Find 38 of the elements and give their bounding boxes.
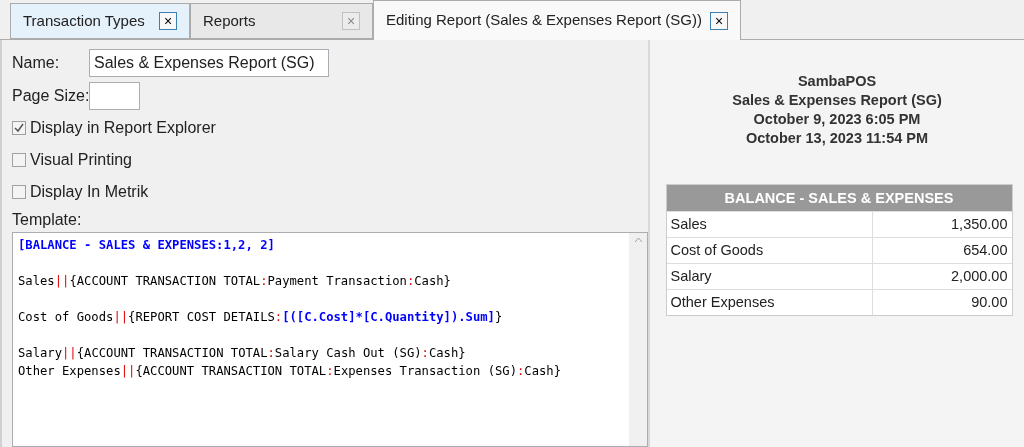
checkbox[interactable]	[12, 121, 26, 135]
checkbox-option[interactable]: Display In Metrik	[12, 176, 648, 208]
code-line: Sales||{ACCOUNT TRANSACTION TOTAL:Payment Transaction:Cash}	[18, 273, 452, 290]
scrollbar[interactable]	[629, 233, 647, 446]
report-header-line: October 13, 2023 11:54 PM	[745, 129, 929, 148]
tab[interactable]: Transaction Types ×	[10, 3, 190, 39]
report-header-line: SambaPOS	[797, 72, 877, 91]
code-line: Cost of Goods||{REPORT COST DETAILS:[([C.Cost]*[C.Quantity]).Sum]}	[18, 309, 504, 326]
template-editor[interactable]	[12, 232, 648, 447]
check-icon	[14, 123, 24, 133]
checkbox-option[interactable]: Display in Report Explorer	[12, 112, 648, 144]
code-line: Other Expenses||{ACCOUNT TRANSACTION TOTAL:Expenses Transaction (SG):Cash}	[18, 363, 562, 380]
checkbox-option[interactable]: Visual Printing	[12, 144, 648, 176]
tab[interactable]: Editing Report (Sales & Expenses Report (SG)) ×	[373, 0, 741, 40]
table-cell: Other Expenses	[666, 290, 873, 315]
code-line: [BALANCE - SALES & EXPENSES:1,2, 2]	[18, 237, 276, 254]
table-title: BALANCE - SALES & EXPENSES	[666, 185, 1012, 211]
report-header-line: Sales & Expenses Report (SG)	[732, 91, 942, 110]
report-header-line: October 9, 2023 6:05 PM	[753, 110, 921, 129]
scroll-up-icon	[633, 237, 643, 243]
checkbox[interactable]	[12, 185, 26, 199]
code-line: Salary||{ACCOUNT TRANSACTION TOTAL:Salary Cash Out (SG):Cash}	[18, 345, 467, 362]
close-button[interactable]: ×	[159, 12, 177, 30]
table-cell-text: 2,000.00	[950, 267, 1009, 286]
tab[interactable]: Reports ×	[190, 3, 373, 39]
page-size-field[interactable]	[89, 82, 141, 110]
table-cell: Sales	[666, 212, 873, 237]
field-label: Name:	[12, 53, 61, 73]
name-field[interactable]: Sales & Expenses Report (SG)	[89, 49, 329, 77]
checkbox[interactable]	[12, 153, 26, 167]
field-label: Page Size:	[12, 86, 90, 106]
table-cell-text: 90.00	[970, 293, 1009, 312]
table-cell: Salary	[666, 264, 873, 289]
field-label: Template:	[12, 210, 83, 230]
table-cell-text: 654.00	[962, 241, 1009, 260]
table-cell-text: 1,350.00	[950, 215, 1009, 234]
table-cell: Cost of Goods	[666, 238, 873, 263]
close-button[interactable]: ×	[709, 11, 728, 30]
